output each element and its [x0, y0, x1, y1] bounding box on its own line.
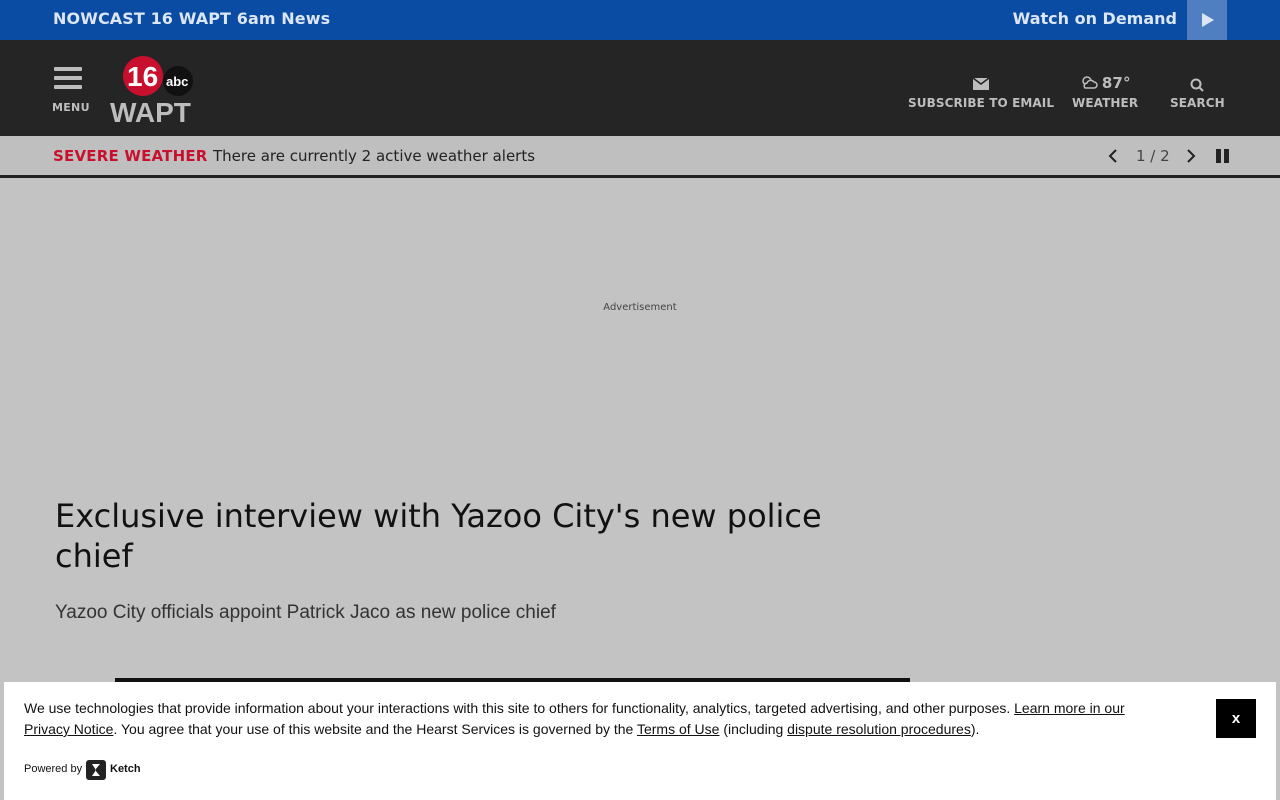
weather-link[interactable]: 87° WEATHER: [1072, 74, 1138, 110]
watch-on-demand-link[interactable]: Watch on Demand: [1013, 9, 1177, 28]
live-banner[interactable]: NOWCAST 16 WAPT 6am News Watch on Demand: [0, 0, 1280, 40]
partly-cloudy-icon: [1081, 76, 1098, 89]
chevron-left-icon[interactable]: [1106, 148, 1120, 168]
cookie-text: We use technologies that provide informa…: [24, 700, 1125, 737]
advertisement-label: Advertisement: [603, 302, 677, 313]
menu-label: MENU: [52, 101, 90, 114]
live-now-label[interactable]: NOWCAST 16 WAPT 6am News: [53, 9, 330, 28]
ketch-logo-icon: [86, 760, 106, 780]
play-icon: [1202, 13, 1214, 27]
weather-label: WEATHER: [1072, 96, 1139, 110]
subscribe-label: SUBSCRIBE TO EMAIL: [908, 96, 1055, 110]
play-button[interactable]: [1187, 0, 1227, 40]
article-subhead: Yazoo City officials appoint Patrick Jac…: [55, 602, 556, 623]
alert-message[interactable]: There are currently 2 active weather ale…: [213, 147, 535, 165]
article-headline: Exclusive interview with Yazoo City's ne…: [55, 497, 822, 575]
search-label: SEARCH: [1170, 96, 1225, 110]
search-icon: [1170, 74, 1225, 94]
cookie-close-button[interactable]: x: [1216, 699, 1256, 738]
dispute-resolution-link[interactable]: dispute resolution procedures: [787, 721, 971, 737]
temperature-value: 87°: [1101, 74, 1131, 92]
alert-title[interactable]: SEVERE WEATHER: [53, 147, 208, 165]
menu-button[interactable]: MENU: [52, 67, 90, 117]
terms-of-use-link[interactable]: Terms of Use: [637, 721, 719, 737]
search-button[interactable]: SEARCH: [1170, 74, 1225, 110]
weather-alert-bar: SEVERE WEATHER There are currently 2 act…: [0, 136, 1280, 178]
pause-icon[interactable]: [1216, 148, 1230, 167]
cookie-consent-banner: We use technologies that provide informa…: [4, 682, 1276, 800]
hamburger-icon: [54, 67, 82, 71]
subscribe-email-link[interactable]: SUBSCRIBE TO EMAIL: [908, 74, 1054, 110]
powered-by-label: Powered by: [24, 763, 83, 775]
wapt-logo-icon: 16 abc WAPT: [110, 56, 193, 128]
svg-text:WAPT: WAPT: [110, 97, 191, 126]
svg-text:abc: abc: [166, 74, 188, 89]
chevron-right-icon[interactable]: [1184, 148, 1198, 168]
alert-pager: 1 / 2: [1136, 147, 1170, 165]
ketch-brand[interactable]: Ketch: [110, 763, 141, 775]
svg-text:16: 16: [127, 61, 158, 92]
envelope-icon: [908, 74, 1054, 94]
site-header: MENU 16 abc WAPT SUBSCRIBE TO EMAIL 87° …: [0, 40, 1280, 136]
site-logo[interactable]: 16 abc WAPT: [110, 54, 214, 128]
